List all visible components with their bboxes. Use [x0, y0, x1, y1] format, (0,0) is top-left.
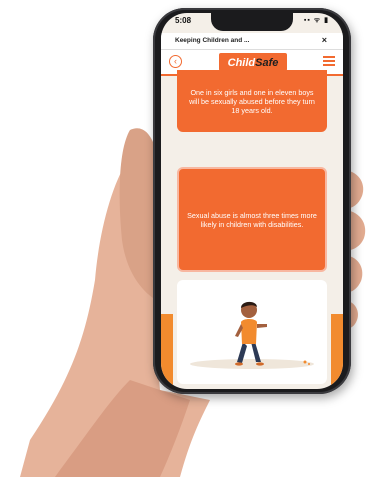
fact-card[interactable]: Sexual abuse is almost three times more …: [177, 167, 327, 272]
logo-safe: Safe: [255, 57, 279, 69]
illustration-card[interactable]: [177, 280, 327, 384]
logo-text: ChildSafe: [228, 57, 279, 69]
logo-child: Child: [227, 57, 256, 69]
childsafe-logo[interactable]: ChildSafe Keeping Children Safe From Abu…: [219, 53, 287, 75]
phone-notch: [211, 13, 293, 31]
side-accent-left: [161, 314, 173, 389]
fact-text: Sexual abuse is almost three times more …: [187, 210, 317, 229]
hamburger-menu-icon[interactable]: [323, 56, 335, 68]
back-arrow-icon: ‹: [174, 56, 177, 66]
fact-text: One in six girls and one in eleven boys …: [189, 87, 315, 115]
fact-card[interactable]: One in six girls and one in eleven boys …: [177, 70, 327, 132]
back-button[interactable]: ‹: [169, 55, 182, 68]
phone-screen: 5:08 ▪▪ ᯤ ▮ Keeping Children and ... × ‹…: [161, 13, 343, 389]
page-title: Keeping Children and ...: [175, 37, 250, 44]
status-icons: ▪▪ ᯤ ▮: [303, 17, 329, 24]
close-button[interactable]: ×: [322, 35, 327, 45]
side-accent-right: [331, 314, 343, 389]
browser-titlebar: Keeping Children and ... ×: [161, 33, 343, 50]
status-time: 5:08: [175, 16, 192, 25]
main-content: One in six girls and one in eleven boys …: [161, 70, 343, 389]
child-walking-illustration: [190, 301, 314, 369]
